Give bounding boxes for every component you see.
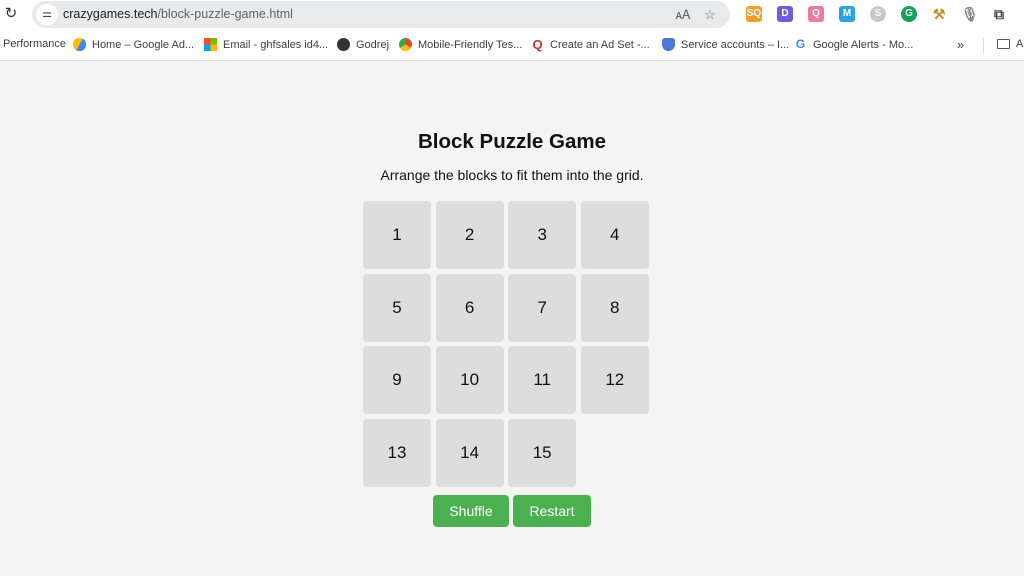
bookmark-label: Performance [3, 38, 66, 50]
chrome-icon [399, 38, 412, 51]
d-extension-icon[interactable]: D [777, 6, 793, 22]
bookmark-performance[interactable]: Performance [3, 38, 66, 50]
game-page: Block Puzzle Game Arrange the blocks to … [0, 62, 1024, 576]
microphone-icon[interactable]: 🎙 [961, 6, 979, 22]
q-icon: Q [532, 37, 543, 52]
sq-extension-icon[interactable]: SQ [746, 6, 762, 22]
reload-icon[interactable]: ↻ [3, 5, 19, 23]
bookmark-service-accounts[interactable]: Service accounts – I... [662, 38, 789, 51]
bookmark-mobile-friendly[interactable]: Mobile-Friendly Tes... [399, 38, 522, 51]
url-path: /block-puzzle-game.html [157, 7, 293, 21]
puzzle-tile[interactable]: 8 [580, 273, 649, 342]
q-extension-icon[interactable]: Q [808, 6, 824, 22]
tools-extension-icon[interactable]: ⚒ [931, 6, 947, 22]
puzzle-tile[interactable]: 10 [435, 346, 504, 415]
address-bar[interactable]: ⚌ crazygames.tech/block-puzzle-game.html… [32, 1, 730, 28]
s-extension-icon[interactable]: S [870, 6, 886, 22]
bookmark-google-ads[interactable]: Home – Google Ad... [73, 38, 194, 51]
bookmark-create-ad-set[interactable]: Q Create an Ad Set -... [531, 37, 650, 52]
puzzle-tile[interactable]: 5 [363, 273, 431, 342]
bookmarks-overflow-button[interactable]: » [957, 37, 964, 52]
puzzle-tile[interactable]: 14 [435, 418, 504, 487]
bookmark-google-alerts[interactable]: G Google Alerts - Mo... [794, 38, 913, 51]
puzzle-tile[interactable]: 7 [508, 273, 577, 342]
grammarly-extension-icon[interactable]: G [901, 6, 917, 22]
bookmark-label: Service accounts – I... [681, 38, 790, 51]
puzzle-tile[interactable]: 12 [580, 346, 649, 415]
bookmark-label: Google Alerts - Mo... [813, 38, 914, 51]
bookmarks-divider [983, 38, 984, 54]
puzzle-tile[interactable]: 2 [435, 201, 504, 269]
shield-icon [662, 38, 675, 51]
puzzle-grid: 1 2 3 4 5 6 7 8 9 10 11 12 13 14 15 [363, 201, 649, 487]
bookmark-label: Home – Google Ad... [92, 38, 195, 51]
url-text[interactable]: crazygames.tech/block-puzzle-game.html [63, 7, 293, 21]
puzzle-tile[interactable]: 11 [508, 346, 577, 415]
bookmark-label: Email - ghfsales id4... [223, 38, 329, 51]
empty-tile-slot [581, 419, 649, 487]
translate-icon[interactable]: 🗚 [674, 6, 692, 24]
bookmark-godrej[interactable]: Godrej [337, 38, 389, 51]
shuffle-button[interactable]: Shuffle [433, 495, 509, 527]
bookmark-email[interactable]: Email - ghfsales id4... [204, 38, 328, 51]
puzzle-tile[interactable]: 1 [363, 201, 431, 269]
folder-icon [997, 39, 1010, 49]
puzzle-tile[interactable]: 13 [363, 418, 431, 487]
bookmark-folder[interactable]: A [997, 38, 1023, 50]
bookmarks-bar: Performance Home – Google Ad... Email - … [0, 30, 1024, 61]
bookmark-label: Mobile-Friendly Tes... [418, 38, 523, 51]
google-ads-icon [73, 38, 86, 51]
m-extension-icon[interactable]: M [839, 6, 855, 22]
tune-icon[interactable]: ⚌ [36, 4, 58, 25]
browser-toolbar: ↻ ⚌ crazygames.tech/block-puzzle-game.ht… [0, 0, 1024, 30]
star-icon[interactable]: ☆ [701, 6, 719, 24]
game-instructions: Arrange the blocks to fit them into the … [380, 167, 644, 183]
microsoft-icon [204, 38, 217, 51]
puzzle-tile[interactable]: 6 [435, 273, 504, 342]
globe-icon [337, 38, 350, 51]
url-domain: crazygames.tech [63, 7, 158, 21]
puzzle-extensions-icon[interactable]: ⧉ [991, 6, 1007, 22]
bookmark-label: Godrej [356, 38, 390, 51]
puzzle-tile[interactable]: 9 [363, 346, 431, 415]
page-title: Block Puzzle Game [418, 130, 606, 153]
puzzle-tile[interactable]: 3 [508, 201, 577, 269]
bookmark-label: Create an Ad Set -... [550, 38, 650, 51]
bookmark-folder-label: A [1016, 38, 1024, 50]
google-icon: G [795, 37, 806, 51]
restart-button[interactable]: Restart [513, 495, 591, 527]
puzzle-tile[interactable]: 4 [580, 201, 649, 269]
puzzle-tile[interactable]: 15 [508, 418, 577, 487]
